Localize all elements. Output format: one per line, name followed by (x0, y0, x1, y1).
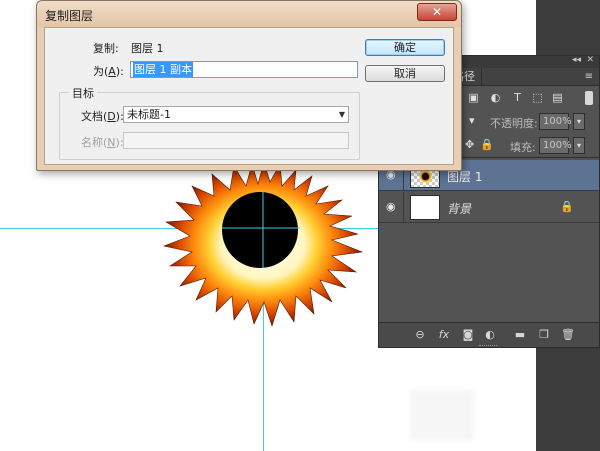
blend-dropdown-arrow-icon[interactable]: ▾ (469, 114, 475, 127)
close-button[interactable]: ✕ (417, 3, 457, 21)
visibility-eye-icon[interactable]: ◉ (386, 201, 398, 213)
collapse-icon[interactable]: ◂◂ (572, 55, 581, 65)
close-panel-icon[interactable]: ✕ (586, 55, 594, 65)
smart-object-filter-icon[interactable]: ▤ (551, 91, 564, 104)
dropdown-arrow-icon: ▼ (338, 110, 345, 119)
lock-icon: 🔒 (560, 200, 574, 213)
duplicate-layer-dialog: 复制图层 ✕ 复制: 图层 1 为(A): 图层 1 副本 确定 取消 目标 文… (36, 0, 462, 171)
duplicate-source-value: 图层 1 (131, 42, 164, 55)
watermark-blur (410, 390, 474, 440)
opacity-label: 不透明度: (490, 117, 538, 130)
name-field[interactable] (123, 132, 349, 149)
selected-text: 图层 1 副本 (133, 62, 193, 77)
eclipse-flame-artwork (162, 160, 364, 326)
layer-thumbnail (410, 195, 440, 220)
resize-grip[interactable] (479, 345, 497, 347)
adjustment-layer-icon[interactable]: ◐ (483, 328, 497, 341)
dialog-client-area: 复制: 图层 1 为(A): 图层 1 副本 确定 取消 目标 文档(D): 未… (44, 27, 454, 165)
fill-dropdown-icon[interactable]: ▾ (573, 137, 585, 154)
ok-button[interactable]: 确定 (365, 39, 445, 56)
name-label: 名称(N): (81, 136, 124, 149)
link-layers-icon[interactable]: ⊖ (413, 328, 427, 341)
dialog-titlebar[interactable]: 复制图层 ✕ (37, 1, 461, 27)
delete-layer-icon[interactable]: 🗑 (561, 328, 575, 341)
fill-label: 填充: (510, 141, 536, 154)
new-group-icon[interactable]: ▬ (513, 328, 527, 341)
fill-field[interactable]: 100% (539, 137, 572, 154)
duplicate-label: 复制: (93, 42, 119, 55)
add-mask-icon[interactable]: ◙ (461, 328, 475, 341)
lock-position-icon[interactable]: ✥ (465, 138, 474, 151)
eclipse-disc (222, 192, 298, 268)
adjustment-filter-icon[interactable]: ◐ (489, 91, 502, 104)
layer-name[interactable]: 背景 (447, 200, 471, 217)
lock-all-icon[interactable]: 🔒 (480, 138, 494, 151)
type-filter-icon[interactable]: T (511, 91, 524, 104)
dialog-title: 复制图层 (45, 9, 94, 23)
filter-toggle[interactable] (585, 91, 593, 105)
shape-filter-icon[interactable]: ⬚ (531, 91, 544, 104)
as-label: 为(A): (93, 65, 124, 78)
document-label: 文档(D): (81, 110, 124, 123)
opacity-field[interactable]: 100% (539, 113, 572, 130)
cancel-button[interactable]: 取消 (365, 65, 445, 82)
panel-bottom-toolbar: ⊖ fx ◙ ◐ ▬ ❐ 🗑 (379, 322, 599, 347)
panel-menu-icon[interactable]: ≡ (585, 71, 593, 82)
fx-icon[interactable]: fx (437, 328, 451, 341)
layer-row[interactable]: ◉ 背景 🔒 (379, 192, 599, 223)
pixel-filter-icon[interactable]: ▣ (467, 91, 480, 104)
destination-legend: 目标 (69, 85, 97, 101)
opacity-dropdown-icon[interactable]: ▾ (573, 113, 585, 130)
document-select[interactable]: 未标题-1 ▼ (123, 106, 349, 123)
new-layer-icon[interactable]: ❐ (537, 328, 551, 341)
as-name-input[interactable]: 图层 1 副本 (130, 61, 358, 78)
